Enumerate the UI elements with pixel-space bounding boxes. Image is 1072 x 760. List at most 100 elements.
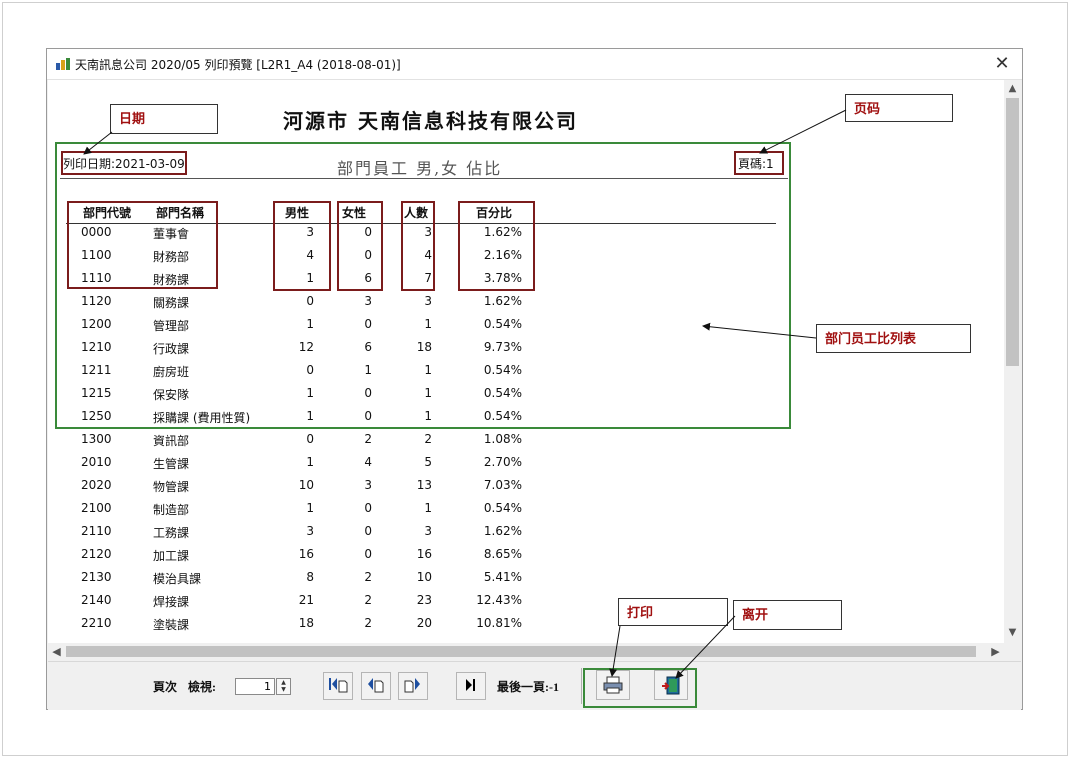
row-female: 2 (364, 570, 372, 584)
print-callout: 打印 (618, 598, 728, 626)
scroll-left-icon[interactable]: ◀ (48, 643, 65, 660)
row-female: 0 (364, 524, 372, 538)
table-callout: 部门员工比列表 (816, 324, 971, 353)
row-code: 1300 (81, 432, 112, 446)
row-code: 2140 (81, 593, 112, 607)
row-total: 1 (424, 501, 432, 515)
close-button[interactable]: ✕ (982, 49, 1022, 79)
row-female: 3 (364, 478, 372, 492)
row-male: 10 (298, 478, 314, 492)
table-row: 2110 工務課 3 0 3 1.62% (48, 520, 1004, 543)
page-input[interactable] (235, 678, 275, 695)
table-row: 2100 制造部 1 0 1 0.54% (48, 497, 1004, 520)
company-title: 河源市 天南信息科技有限公司 (283, 109, 578, 133)
female-highlight (337, 201, 383, 291)
row-male: 18 (298, 616, 314, 630)
spin-down-icon[interactable]: ▼ (277, 686, 290, 693)
row-total: 5 (424, 455, 432, 469)
last-page-icon (466, 679, 475, 691)
spin-up-icon[interactable]: ▲ (277, 679, 290, 686)
scroll-right-icon[interactable]: ▶ (987, 643, 1004, 660)
row-code: 2210 (81, 616, 112, 630)
date-highlight (61, 151, 187, 175)
row-total: 3 (424, 524, 432, 538)
row-male: 0 (306, 432, 314, 446)
row-code: 2130 (81, 570, 112, 584)
row-percent: 7.03% (483, 478, 522, 492)
row-male: 8 (306, 570, 314, 584)
row-male: 21 (298, 593, 314, 607)
row-percent: 1.62% (483, 524, 522, 538)
scroll-down-icon[interactable]: ▼ (1004, 624, 1021, 641)
row-name: 物管課 (153, 480, 190, 494)
row-percent: 10.81% (476, 616, 522, 630)
row-female: 0 (364, 501, 372, 515)
row-name: 工務課 (153, 526, 190, 540)
page-label: 頁次 (153, 680, 178, 694)
row-name: 模治具課 (153, 572, 202, 586)
total-highlight (401, 201, 435, 291)
row-name: 塗裝課 (153, 618, 190, 632)
row-name: 生管課 (153, 457, 190, 471)
title-bar: 天南訊息公司 2020/05 列印預覽 [L2R1_A4 (2018-08-01… (47, 49, 1022, 80)
row-total: 20 (416, 616, 432, 630)
row-female: 2 (364, 616, 372, 630)
row-male: 1 (306, 501, 314, 515)
percent-highlight (458, 201, 535, 291)
row-code: 2100 (81, 501, 112, 515)
table-row: 2140 焊接課 21 2 23 12.43% (48, 589, 1004, 612)
scroll-up-icon[interactable]: ▲ (1004, 80, 1021, 97)
row-percent: 1.08% (483, 432, 522, 446)
vertical-scrollbar[interactable]: ▲ ▼ (1004, 80, 1021, 658)
row-total: 23 (416, 593, 432, 607)
row-female: 2 (364, 593, 372, 607)
row-code: 2120 (81, 547, 112, 561)
last-page-label: 最後一頁:-1 (497, 680, 559, 694)
table-row: 2130 模治具課 8 2 10 5.41% (48, 566, 1004, 589)
first-page-icon (329, 678, 348, 693)
row-percent: 8.65% (483, 547, 522, 561)
toolbar-separator (581, 668, 582, 704)
row-code: 2010 (81, 455, 112, 469)
horizontal-scrollbar[interactable]: ◀ ▶ (48, 643, 1004, 660)
page-number-highlight (734, 151, 784, 175)
previous-page-icon (368, 678, 384, 693)
row-percent: 0.54% (483, 501, 522, 515)
preview-toolbar: 頁次 檢視: ▲ ▼ (48, 661, 1021, 710)
row-female: 2 (364, 432, 372, 446)
next-page-icon (404, 678, 420, 693)
table-row: 2120 加工課 16 0 16 8.65% (48, 543, 1004, 566)
row-code: 2020 (81, 478, 112, 492)
view-label: 檢視: (188, 680, 216, 694)
row-total: 10 (416, 570, 432, 584)
first-page-button[interactable] (323, 672, 353, 700)
row-name: 焊接課 (153, 595, 190, 609)
app-icon (56, 58, 70, 70)
row-name: 制造部 (153, 503, 190, 517)
row-code: 2110 (81, 524, 112, 538)
table-row: 2210 塗裝課 18 2 20 10.81% (48, 612, 1004, 635)
row-total: 13 (416, 478, 432, 492)
page-code-callout: 页码 (845, 94, 953, 122)
action-buttons-highlight (583, 668, 697, 708)
row-total: 2 (424, 432, 432, 446)
leave-callout: 离开 (733, 600, 842, 630)
table-row: 2020 物管課 10 3 13 7.03% (48, 474, 1004, 497)
horizontal-scroll-thumb[interactable] (66, 646, 976, 657)
row-name: 加工課 (153, 549, 190, 563)
table-row: 2010 生管課 1 4 5 2.70% (48, 451, 1004, 474)
date-callout: 日期 (110, 104, 218, 134)
page-spinner[interactable]: ▲ ▼ (276, 678, 291, 695)
row-male: 1 (306, 455, 314, 469)
row-female: 4 (364, 455, 372, 469)
row-percent: 2.70% (483, 455, 522, 469)
row-percent: 5.41% (483, 570, 522, 584)
vertical-scroll-thumb[interactable] (1006, 98, 1019, 366)
row-female: 0 (364, 547, 372, 561)
table-row: 1300 資訊部 0 2 2 1.08% (48, 428, 1004, 451)
last-page-button[interactable] (456, 672, 486, 700)
previous-page-button[interactable] (361, 672, 391, 700)
next-page-button[interactable] (398, 672, 428, 700)
row-total: 16 (416, 547, 432, 561)
male-highlight (273, 201, 331, 291)
